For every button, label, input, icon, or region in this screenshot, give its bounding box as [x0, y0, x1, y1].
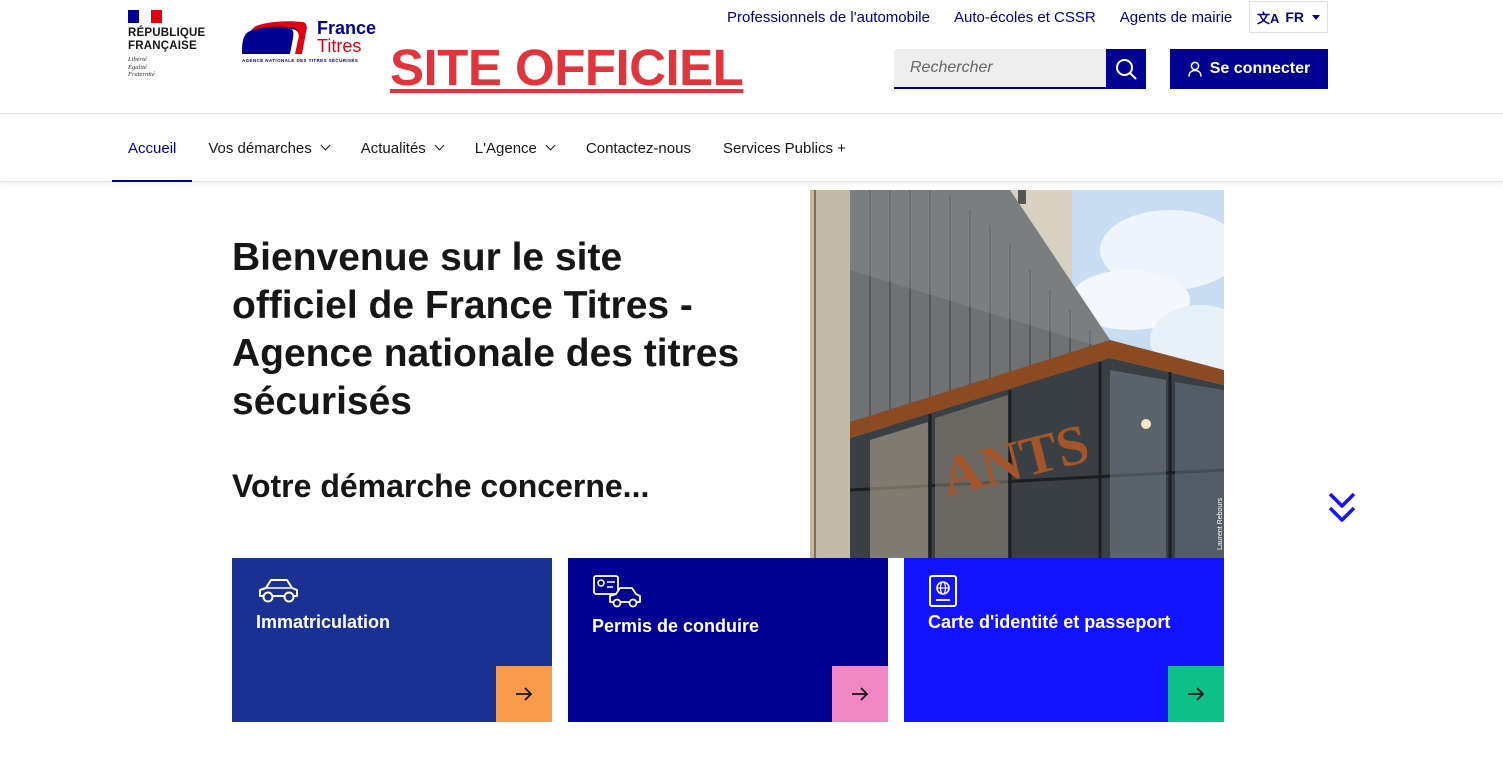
nav-item-services-publics[interactable]: Services Publics +	[707, 114, 862, 182]
top-link-professionnels[interactable]: Professionnels de l'automobile	[715, 9, 942, 26]
hero-image-ants-building: ANTS Laurent Rebours	[810, 190, 1224, 558]
caret-down-icon	[1312, 14, 1321, 20]
chevron-down-icon	[434, 140, 445, 151]
chevron-down-icon	[545, 140, 556, 151]
main-navigation: Accueil Vos démarches Actualités L'Agenc…	[0, 114, 1503, 182]
france-titres-logo[interactable]: France Titres AGENCE NATIONALE DES TITRE…	[242, 18, 382, 68]
arrow-right-icon	[1188, 687, 1205, 701]
republique-francaise-logo[interactable]: RÉPUBLIQUE FRANÇAISE Liberté Égalité Fra…	[128, 10, 218, 79]
tile-arrow	[496, 666, 552, 722]
language-selector[interactable]: 文A FR	[1249, 1, 1328, 33]
passport-icon	[929, 575, 957, 607]
top-link-agents-mairie[interactable]: Agents de mairie	[1108, 9, 1245, 26]
republic-name: RÉPUBLIQUE FRANÇAISE	[128, 27, 206, 52]
tile-carte-identite-passeport[interactable]: Carte d'identité et passeport	[904, 558, 1224, 722]
tile-arrow	[1168, 666, 1224, 722]
search-icon	[1116, 59, 1137, 80]
tile-label: Permis de conduire	[592, 616, 760, 636]
french-flag-icon	[128, 10, 162, 23]
tile-immatriculation[interactable]: Immatriculation	[232, 558, 552, 722]
double-chevron-down-icon	[1328, 492, 1356, 522]
top-links: Professionnels de l'automobile Auto-écol…	[715, 2, 1244, 32]
brand-word-france: France	[317, 18, 377, 38]
search-button[interactable]	[1106, 49, 1146, 89]
image-credit: Laurent Rebours	[1217, 497, 1224, 550]
translate-icon: 文A	[1256, 10, 1280, 26]
nav-item-actualites[interactable]: Actualités	[345, 114, 459, 182]
car-icon	[259, 579, 298, 603]
site-header: RÉPUBLIQUE FRANÇAISE Liberté Égalité Fra…	[0, 0, 1503, 114]
arrow-right-icon	[516, 687, 533, 701]
tile-label: Immatriculation	[256, 612, 391, 632]
search-bar	[894, 49, 1146, 89]
nav-item-contactez-nous[interactable]: Contactez-nous	[570, 114, 707, 182]
nav-list: Accueil Vos démarches Actualités L'Agenc…	[112, 114, 862, 182]
tile-permis-de-conduire[interactable]: Permis de conduire	[568, 558, 888, 722]
connect-label: Se connecter	[1209, 60, 1311, 77]
tile-arrow	[832, 666, 888, 722]
license-icon	[593, 575, 641, 608]
search-input[interactable]	[894, 49, 1106, 89]
top-link-auto-ecoles[interactable]: Auto-écoles et CSSR	[942, 9, 1108, 26]
hero-title: Bienvenue sur le site officiel de France…	[232, 236, 740, 423]
tile-label: Carte d'identité et passeport	[928, 612, 1171, 632]
user-icon	[1188, 61, 1202, 77]
site-officiel-banner: SITE OFFICIEL	[390, 39, 744, 96]
scroll-down-button[interactable]	[1326, 490, 1358, 526]
brand-word-titres: Titres	[317, 36, 362, 56]
connect-button[interactable]: Se connecter	[1170, 49, 1328, 89]
france-titres-emblem-icon	[242, 21, 307, 54]
republic-motto: Liberté Égalité Fraternité	[128, 56, 155, 78]
arrow-right-icon	[852, 687, 869, 701]
language-label: FR	[1285, 9, 1305, 25]
nav-item-vos-demarches[interactable]: Vos démarches	[192, 114, 344, 182]
chevron-down-icon	[320, 140, 331, 151]
nav-item-accueil[interactable]: Accueil	[112, 114, 193, 182]
brand-tagline: AGENCE NATIONALE DES TITRES SÉCURISÉS	[242, 58, 359, 63]
nav-item-agence[interactable]: L'Agence	[459, 114, 570, 182]
hero-subtitle: Votre démarche concerne...	[232, 468, 650, 504]
